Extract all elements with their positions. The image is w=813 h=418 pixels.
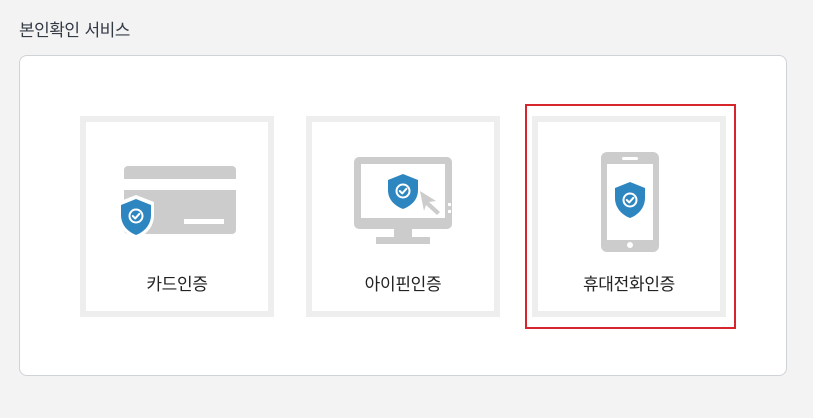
monitor-shield-icon xyxy=(354,157,452,244)
card-verification-option[interactable]: 카드인증 xyxy=(80,116,274,317)
selection-highlight xyxy=(525,104,736,329)
credit-card-shield-icon xyxy=(118,166,236,239)
card-verification-label: 카드인증 xyxy=(146,275,208,295)
ipin-verification-label: 아이핀인증 xyxy=(364,275,442,295)
ipin-verification-option[interactable]: 아이핀인증 xyxy=(306,116,500,317)
section-title: 본인확인 서비스 xyxy=(19,21,130,41)
